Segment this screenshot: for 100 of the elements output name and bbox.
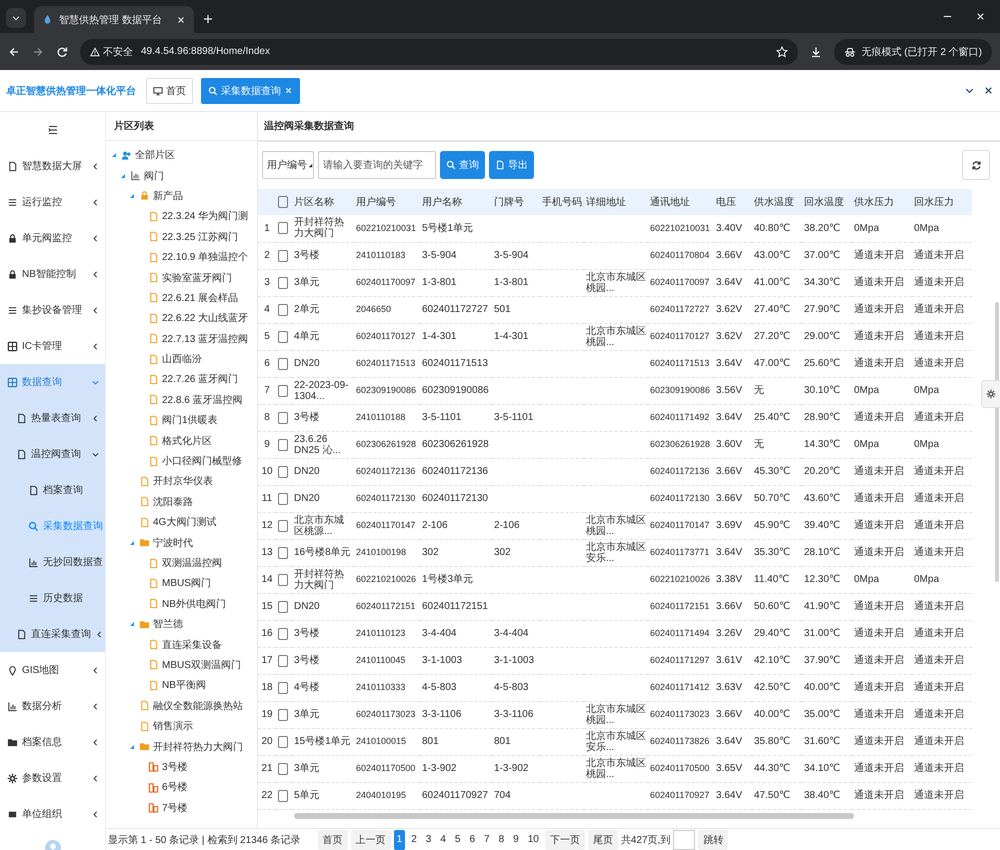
- caret-icon[interactable]: [119, 172, 127, 180]
- caret-icon[interactable]: [128, 192, 136, 200]
- page-number[interactable]: 5: [452, 830, 464, 850]
- star-icon[interactable]: [776, 46, 788, 58]
- sidebar-item[interactable]: 参数设置: [0, 760, 105, 796]
- tree-node[interactable]: 销售演示: [106, 716, 257, 736]
- download-icon[interactable]: [810, 46, 822, 58]
- page-nav-button[interactable]: 首页: [318, 830, 348, 850]
- column-header[interactable]: 回水压力: [912, 189, 972, 215]
- sidebar-item[interactable]: 热量表查询: [0, 400, 105, 436]
- tree-node[interactable]: 22.6.21 展会样品: [106, 288, 257, 308]
- caret-icon[interactable]: [128, 620, 136, 628]
- page-number[interactable]: 7: [481, 830, 493, 850]
- tree-node[interactable]: 开封京华仪表: [106, 471, 257, 492]
- checkbox[interactable]: [278, 196, 288, 208]
- column-header[interactable]: 门牌号: [492, 189, 540, 215]
- tree-node[interactable]: 全部片区: [106, 145, 257, 166]
- column-header[interactable]: 手机号码: [540, 189, 584, 215]
- reload-icon[interactable]: [56, 46, 68, 58]
- checkbox[interactable]: [278, 466, 288, 478]
- column-header[interactable]: 片区名称: [292, 189, 354, 215]
- plus-icon[interactable]: [202, 13, 214, 25]
- checkbox[interactable]: [278, 304, 288, 316]
- nav-tab[interactable]: 采集数据查询: [201, 78, 300, 104]
- sidebar-item[interactable]: 档案查询: [0, 472, 105, 508]
- search-button[interactable]: 查询: [440, 151, 485, 179]
- tree-node[interactable]: 22.8.6 蓝牙温控阀: [106, 390, 257, 410]
- sidebar-item[interactable]: 单位组织: [0, 796, 105, 832]
- tree-node[interactable]: NB外供电阀门: [106, 594, 257, 614]
- checkbox[interactable]: [278, 222, 288, 234]
- checkbox[interactable]: [278, 790, 288, 802]
- tree-node[interactable]: 开封祥符热力大阀门: [106, 736, 257, 757]
- sidebar-item[interactable]: GIS地图: [0, 652, 105, 688]
- tree-node[interactable]: 6号楼: [106, 777, 257, 798]
- sidebar-item[interactable]: 运行监控: [0, 184, 105, 220]
- column-header[interactable]: 回水温度: [802, 189, 852, 215]
- tree-node[interactable]: 格式化片区: [106, 430, 257, 451]
- tree-node[interactable]: 新产品: [106, 186, 257, 206]
- sidebar-item[interactable]: 温控阀查询: [0, 436, 105, 472]
- page-number[interactable]: 2: [408, 830, 420, 850]
- sidebar-item[interactable]: NB智能控制: [0, 256, 105, 292]
- sidebar-item[interactable]: 集抄设备管理: [0, 292, 105, 328]
- tree-node[interactable]: 实验室蓝牙阀门: [106, 267, 257, 288]
- sidebar-item[interactable]: 智慧数据大屏: [0, 148, 105, 184]
- column-header[interactable]: 供水压力: [852, 189, 912, 215]
- tree-node[interactable]: 4G大阀门测试: [106, 512, 257, 532]
- page-number[interactable]: 10: [524, 830, 542, 850]
- sidebar-item[interactable]: 档案信息: [0, 724, 105, 760]
- tree-node[interactable]: 3号楼: [106, 756, 257, 778]
- checkbox[interactable]: [278, 384, 288, 396]
- tree-node[interactable]: 22.6.22 大山线蓝牙: [106, 308, 257, 329]
- profile-chip[interactable]: 无痕模式 (已打开 2 个窗口): [834, 38, 992, 64]
- menu-icon[interactable]: [46, 124, 58, 136]
- sidebar-item[interactable]: 数据分析: [0, 688, 105, 724]
- checkbox[interactable]: [278, 708, 288, 720]
- browser-tab[interactable]: 智慧供热管理 数据平台: [34, 6, 194, 33]
- checkbox[interactable]: [278, 492, 288, 504]
- tree-node[interactable]: NB平衡阀: [106, 675, 257, 696]
- tree-node[interactable]: 沈阳泰路: [106, 492, 257, 512]
- jump-button[interactable]: 跳转: [698, 830, 728, 850]
- tree-node[interactable]: MBUS双测温阀门: [106, 654, 257, 676]
- checkbox[interactable]: [278, 600, 288, 612]
- forward-icon[interactable]: [32, 46, 44, 58]
- tree-node[interactable]: 智兰德: [106, 614, 257, 634]
- tree-node[interactable]: 22.3.25 江苏阀门: [106, 226, 257, 247]
- checkbox[interactable]: [278, 628, 288, 640]
- checkbox[interactable]: [278, 358, 288, 370]
- tree-node[interactable]: MBUS阀门: [106, 573, 257, 594]
- column-header[interactable]: 通讯地址: [648, 189, 714, 215]
- checkbox[interactable]: [278, 574, 288, 586]
- back-icon[interactable]: [8, 46, 20, 58]
- tree-node[interactable]: 22.10.9 单独温控个: [106, 246, 257, 268]
- filter-select[interactable]: 用户编号: [262, 151, 314, 179]
- tree-node[interactable]: 直连采集设备: [106, 634, 257, 655]
- tree-node[interactable]: 22.3.24 华为阀门测: [106, 206, 257, 227]
- page-number[interactable]: 3: [422, 830, 434, 850]
- checkbox[interactable]: [278, 682, 288, 694]
- tree-node[interactable]: 双测温温控阀: [106, 552, 257, 574]
- caret-icon[interactable]: [110, 151, 118, 160]
- checkbox[interactable]: [278, 654, 288, 666]
- tree-node[interactable]: 22.7.13 蓝牙温控阀: [106, 328, 257, 349]
- tab-list-button[interactable]: [6, 8, 26, 28]
- tree-node[interactable]: 宁波时代: [106, 532, 257, 553]
- sidebar-item[interactable]: IC卡管理: [0, 328, 105, 364]
- tree-node[interactable]: 22.7.26 蓝牙阀门: [106, 369, 257, 390]
- sidebar-item[interactable]: 单元阀监控: [0, 220, 105, 256]
- tree-node[interactable]: 融仪全数能源换热站: [106, 696, 257, 716]
- sidebar-item[interactable]: 无抄回数据查: [0, 544, 105, 580]
- column-header[interactable]: 电压: [714, 189, 752, 215]
- page-number[interactable]: 4: [437, 830, 449, 850]
- horizontal-scrollbar[interactable]: [294, 812, 854, 818]
- checkbox[interactable]: [278, 438, 288, 450]
- page-number[interactable]: 6: [466, 830, 478, 850]
- address-field[interactable]: 不安全 49.4.54.96:8898/Home/Index: [80, 38, 798, 64]
- column-header[interactable]: 用户名称: [420, 189, 492, 215]
- tree-node[interactable]: 山西临汾: [106, 348, 257, 370]
- search-field[interactable]: 请输入要查询的关键字: [318, 151, 436, 179]
- checkbox[interactable]: [278, 520, 288, 532]
- settings-button[interactable]: [981, 380, 1000, 408]
- tree-node[interactable]: 阀门: [106, 165, 257, 186]
